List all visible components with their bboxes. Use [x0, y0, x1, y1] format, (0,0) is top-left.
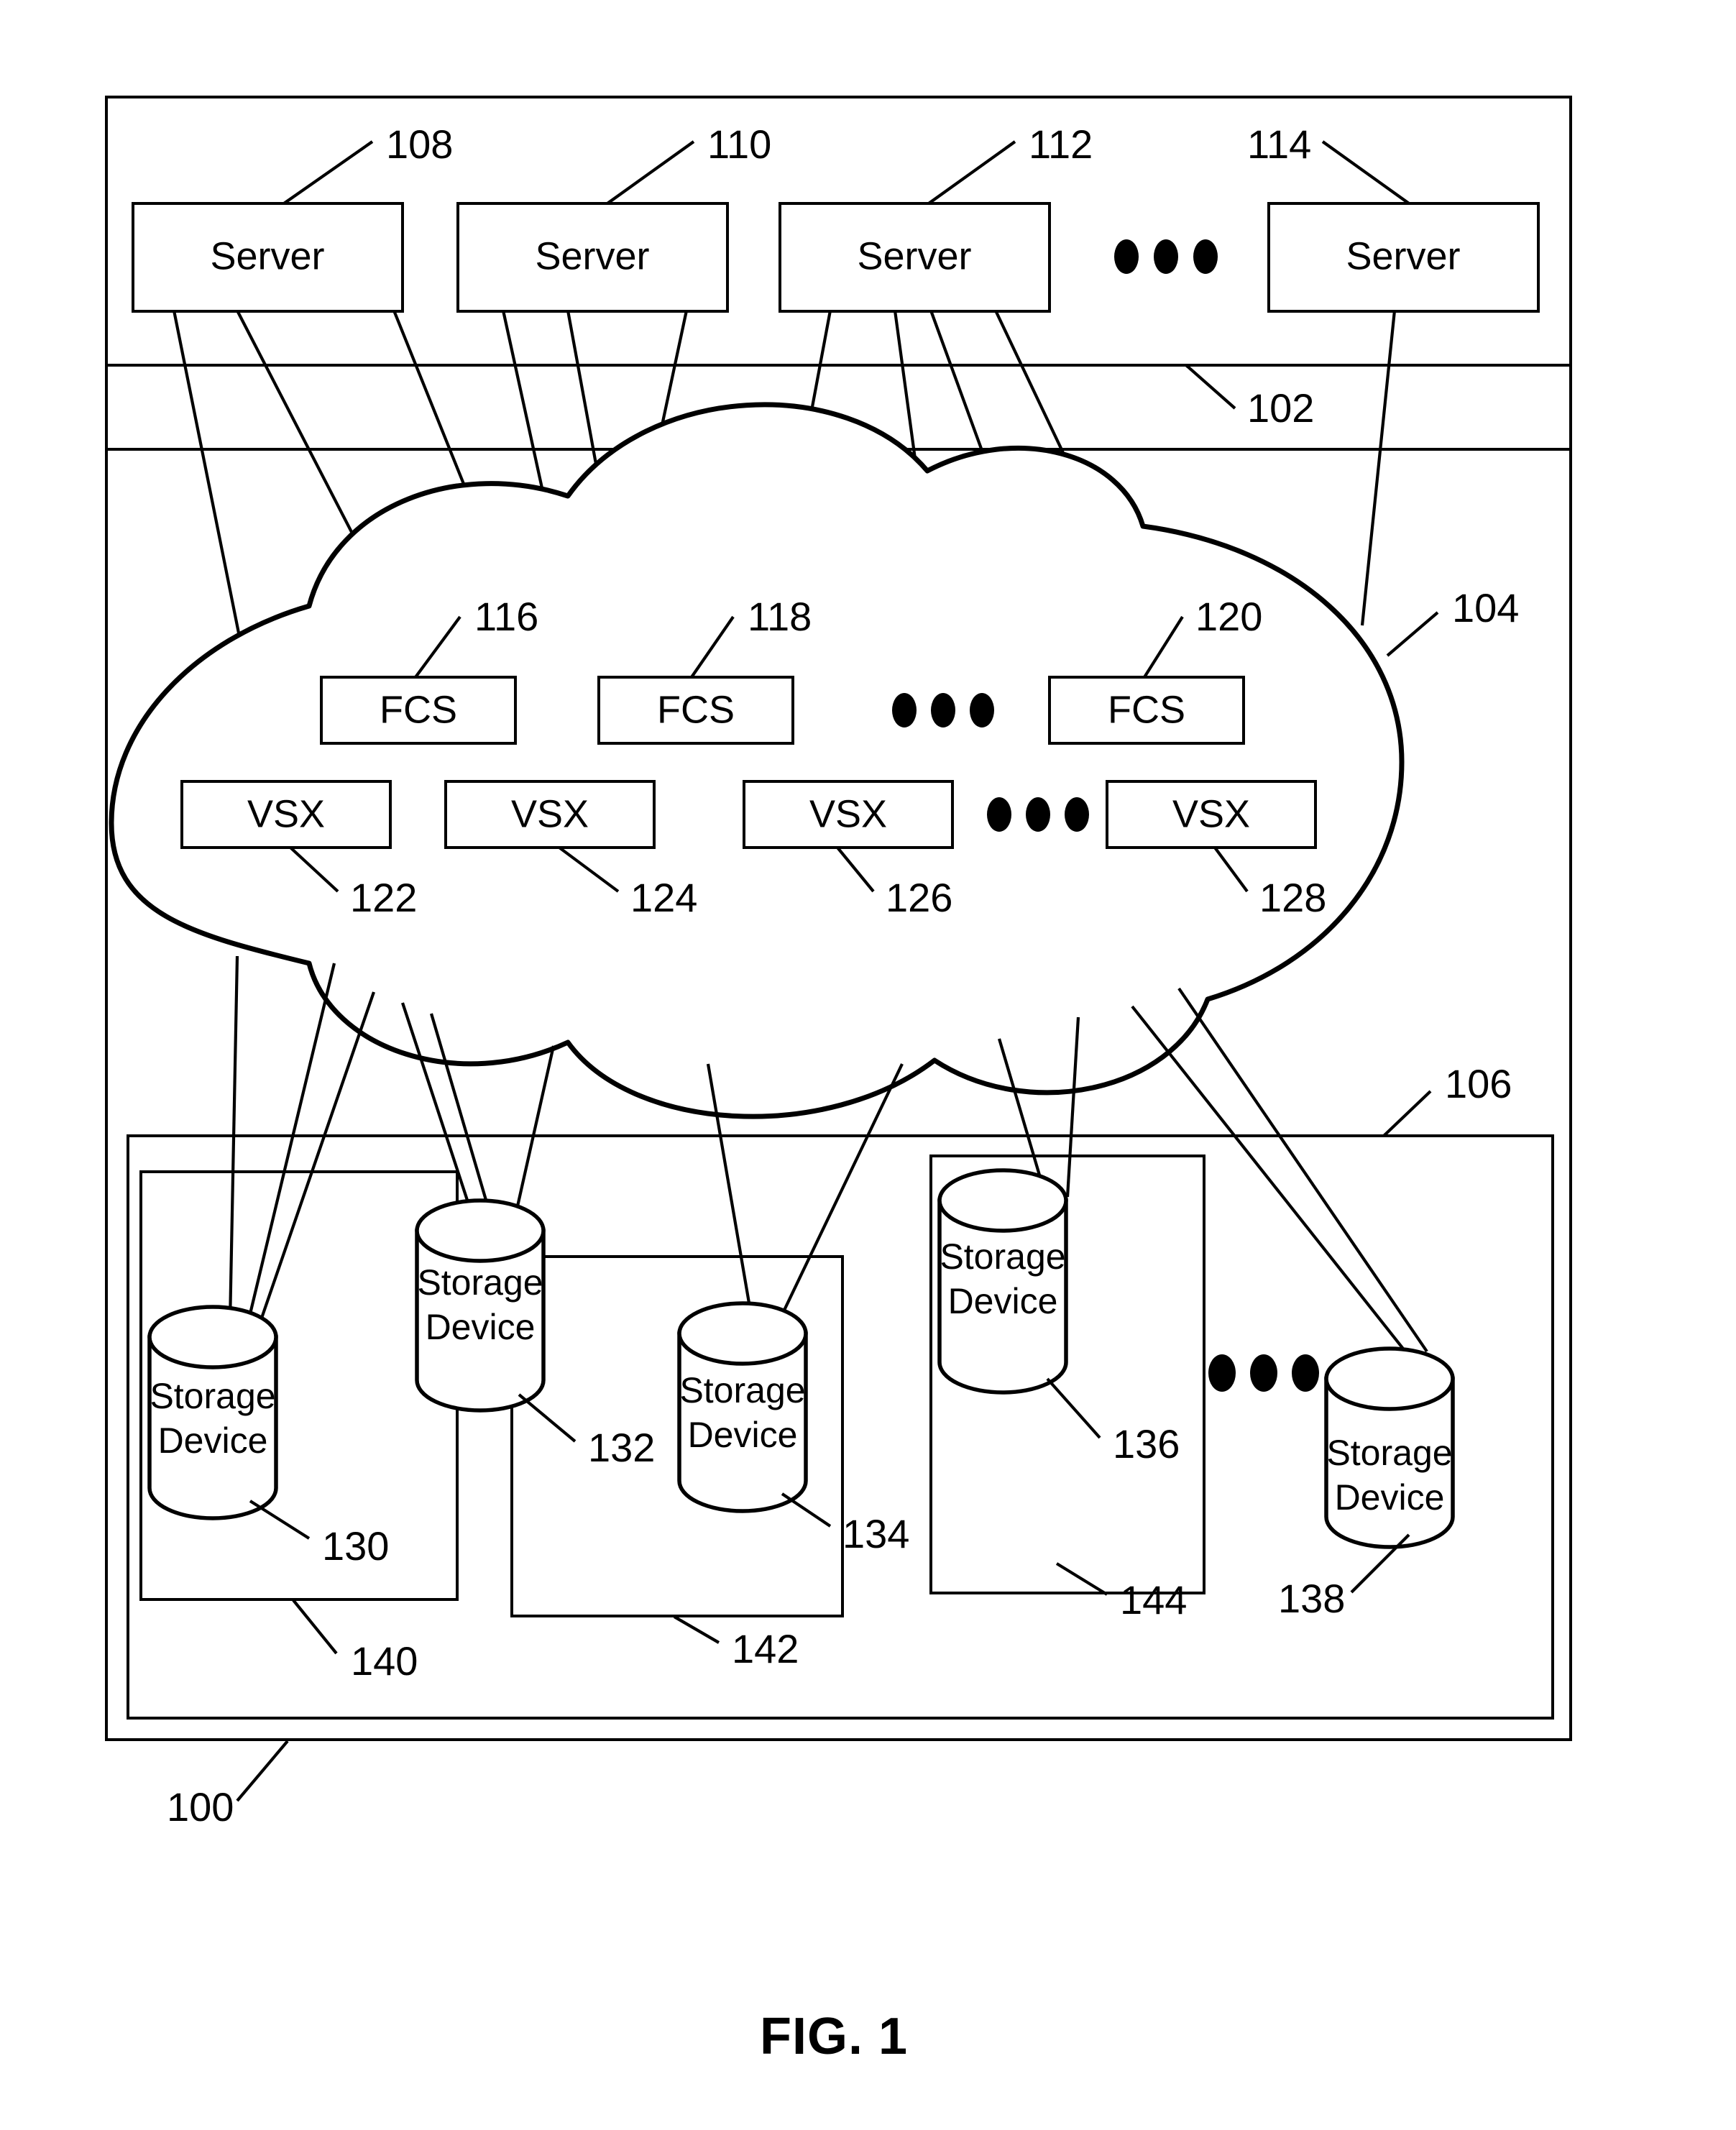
storage-device-label-line2: Device [948, 1281, 1058, 1321]
server-node-108[interactable]: Server [132, 202, 404, 313]
storage-device-138[interactable]: Storage Device [1324, 1346, 1455, 1549]
server-label: Server [210, 234, 324, 277]
link-fabric-storage138-a [1131, 1005, 1407, 1353]
server-label: Server [1346, 234, 1460, 277]
ref-numeral-104: 104 [1452, 585, 1519, 630]
server-label: Server [857, 234, 971, 277]
ref-numeral-144: 144 [1120, 1577, 1187, 1622]
storage-device-134[interactable]: Storage Device [677, 1301, 808, 1513]
storage-device-136[interactable]: Storage Device [937, 1168, 1068, 1395]
storage-device-130[interactable]: Storage Device [147, 1305, 278, 1520]
ref-numeral-118: 118 [748, 594, 812, 639]
leader-142 [673, 1615, 720, 1644]
storage-device-label-line1: Storage [150, 1376, 275, 1416]
ref-numeral-136: 136 [1113, 1421, 1180, 1466]
storage-device-label-line1: Storage [679, 1370, 805, 1410]
ref-numeral-120: 120 [1195, 594, 1262, 639]
link-server114-fabric-a [1360, 310, 1397, 626]
leader-108 [283, 140, 374, 205]
storage-device-label-line2: Device [1335, 1477, 1445, 1518]
ref-numeral-106: 106 [1445, 1061, 1512, 1106]
leader-112 [927, 140, 1016, 205]
ref-numeral-108: 108 [386, 121, 453, 167]
leader-140 [292, 1599, 338, 1655]
fcs-label: FCS [1108, 688, 1185, 731]
figure-caption: FIG. 1 [760, 2008, 908, 2065]
leader-104 [1386, 611, 1439, 657]
ref-numeral-116: 116 [474, 594, 538, 639]
storage-row-ellipsis [1208, 1354, 1319, 1392]
ref-numeral-130: 130 [322, 1523, 389, 1569]
ref-numeral-126: 126 [886, 875, 952, 920]
leader-134 [781, 1492, 832, 1528]
vsx-node-126[interactable]: VSX [743, 780, 954, 849]
link-fabric-storage130-a [228, 955, 239, 1323]
server-node-112[interactable]: Server [779, 202, 1051, 313]
leader-136 [1046, 1377, 1101, 1439]
leader-106 [1382, 1090, 1432, 1137]
server-row-ellipsis [1114, 239, 1218, 274]
vsx-node-128[interactable]: VSX [1106, 780, 1317, 849]
ref-numeral-132: 132 [588, 1425, 655, 1470]
ref-numeral-102: 102 [1247, 385, 1314, 431]
leader-114 [1321, 140, 1410, 205]
ref-numeral-140: 140 [351, 1638, 418, 1684]
figure-canvas: Server Server Server Server FCS FCS FCS … [105, 96, 1572, 2065]
link-fabric-storage132-c [512, 1045, 556, 1223]
vsx-row-ellipsis [987, 797, 1089, 832]
server-label: Server [535, 234, 649, 277]
ref-numeral-142: 142 [732, 1626, 799, 1671]
server-node-114[interactable]: Server [1267, 202, 1540, 313]
ref-numeral-124: 124 [630, 875, 697, 920]
patent-figure: Server Server Server Server FCS FCS FCS … [0, 0, 1736, 2130]
leader-132 [518, 1393, 577, 1443]
ref-numeral-138: 138 [1278, 1576, 1345, 1621]
leader-100 [236, 1740, 289, 1802]
vsx-label: VSX [511, 792, 589, 835]
ref-numeral-112: 112 [1029, 121, 1093, 167]
fcs-row-ellipsis [892, 693, 994, 727]
vsx-label: VSX [247, 792, 325, 835]
leader-144 [1055, 1562, 1108, 1596]
storage-device-label-line2: Device [688, 1415, 798, 1455]
storage-device-label-line1: Storage [1326, 1433, 1452, 1473]
storage-device-132[interactable]: Storage Device [415, 1198, 546, 1413]
fcs-label: FCS [657, 688, 735, 731]
fcs-node-118[interactable]: FCS [597, 676, 794, 745]
leader-130 [249, 1500, 311, 1540]
storage-device-label-line2: Device [426, 1307, 536, 1347]
ref-numeral-128: 128 [1259, 875, 1326, 920]
vsx-node-122[interactable]: VSX [180, 780, 392, 849]
ref-numeral-110: 110 [707, 121, 771, 167]
leader-110 [606, 140, 695, 205]
vsx-label: VSX [1172, 792, 1250, 835]
fcs-label: FCS [380, 688, 457, 731]
ref-numeral-134: 134 [842, 1511, 909, 1556]
leader-102 [1185, 364, 1236, 410]
fcs-node-116[interactable]: FCS [320, 676, 517, 745]
storage-device-label-line1: Storage [940, 1236, 1065, 1277]
vsx-label: VSX [809, 792, 887, 835]
link-fabric-storage138-b [1177, 987, 1428, 1353]
server-node-110[interactable]: Server [456, 202, 729, 313]
storage-device-label-line2: Device [158, 1420, 268, 1461]
network-cloud-104 [109, 402, 1405, 1119]
vsx-node-124[interactable]: VSX [444, 780, 656, 849]
fcs-node-120[interactable]: FCS [1048, 676, 1245, 745]
storage-device-label-line1: Storage [417, 1262, 543, 1303]
ref-numeral-114: 114 [1247, 121, 1311, 167]
ref-numeral-122: 122 [350, 875, 417, 920]
ref-numeral-100: 100 [167, 1784, 234, 1830]
